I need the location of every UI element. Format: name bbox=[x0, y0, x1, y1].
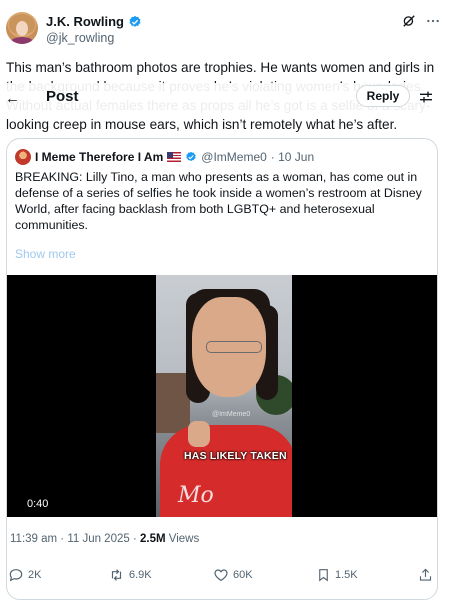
reply-action[interactable]: 2K bbox=[8, 567, 41, 583]
author-handle[interactable]: @jk_rowling bbox=[46, 31, 114, 45]
quote-verified-badge-icon bbox=[186, 151, 197, 162]
video-player[interactable]: Mo @ImMeme0 HAS LIKELY TAKEN 0:40 bbox=[7, 275, 437, 517]
tweet-timestamp[interactable]: 11:39 am · 11 Jun 2025 · bbox=[10, 533, 140, 545]
reply-count: 2K bbox=[28, 569, 42, 581]
quote-author-name[interactable]: I Meme Therefore I Am bbox=[35, 150, 163, 164]
like-count: 60K bbox=[233, 569, 253, 581]
bookmark-icon bbox=[319, 569, 328, 582]
us-flag-icon bbox=[167, 152, 182, 162]
views-label: Views bbox=[165, 533, 200, 545]
views-count: 2.5M bbox=[140, 533, 166, 545]
repost-action[interactable]: 6.9K bbox=[108, 567, 152, 583]
grok-icon[interactable] bbox=[402, 14, 416, 28]
tweet-header: J.K. Rowling @jk_rowling bbox=[6, 10, 444, 50]
video-watermark: @ImMeme0 bbox=[212, 411, 251, 418]
reply-icon bbox=[9, 569, 23, 582]
share-icon bbox=[419, 568, 432, 581]
video-frame: Mo @ImMeme0 HAS LIKELY TAKEN bbox=[156, 275, 292, 517]
action-bar: 2K 6.9K 60K 1.5K bbox=[0, 563, 450, 589]
repost-count: 6.9K bbox=[129, 569, 152, 581]
post-title: Post bbox=[46, 88, 79, 105]
quote-author-handle[interactable]: @ImMeme0 bbox=[201, 150, 267, 164]
verified-badge-icon bbox=[129, 15, 141, 27]
quote-date[interactable]: · 10 Jun bbox=[271, 150, 314, 164]
show-more-link[interactable]: Show more bbox=[15, 247, 76, 261]
tweet-meta: 11:39 am · 11 Jun 2025 · 2.5M Views bbox=[10, 533, 199, 545]
author-name[interactable]: J.K. Rowling bbox=[46, 14, 124, 29]
video-caption: HAS LIKELY TAKEN bbox=[184, 450, 287, 462]
post-header-bar: ← Post Reply bbox=[0, 83, 450, 113]
author-name-row[interactable]: J.K. Rowling bbox=[46, 14, 142, 29]
bookmark-action[interactable]: 1.5K bbox=[316, 567, 358, 583]
quoted-tweet[interactable]: I Meme Therefore I Am @ImMeme0 · 10 Jun … bbox=[6, 138, 438, 600]
quote-text: BREAKING: Lilly Tino, a man who presents… bbox=[15, 170, 422, 232]
reply-button[interactable]: Reply bbox=[356, 85, 410, 107]
share-action[interactable] bbox=[418, 567, 433, 583]
more-options-icon[interactable] bbox=[426, 14, 440, 28]
bookmark-count: 1.5K bbox=[335, 569, 358, 581]
video-duration: 0:40 bbox=[27, 498, 49, 510]
settings-sliders-icon[interactable] bbox=[418, 89, 434, 105]
repost-icon bbox=[111, 569, 122, 581]
heart-icon bbox=[214, 569, 228, 582]
like-action[interactable]: 60K bbox=[213, 567, 253, 583]
back-arrow-icon[interactable]: ← bbox=[5, 90, 20, 107]
quote-avatar[interactable] bbox=[15, 149, 31, 165]
author-avatar[interactable] bbox=[6, 12, 38, 44]
